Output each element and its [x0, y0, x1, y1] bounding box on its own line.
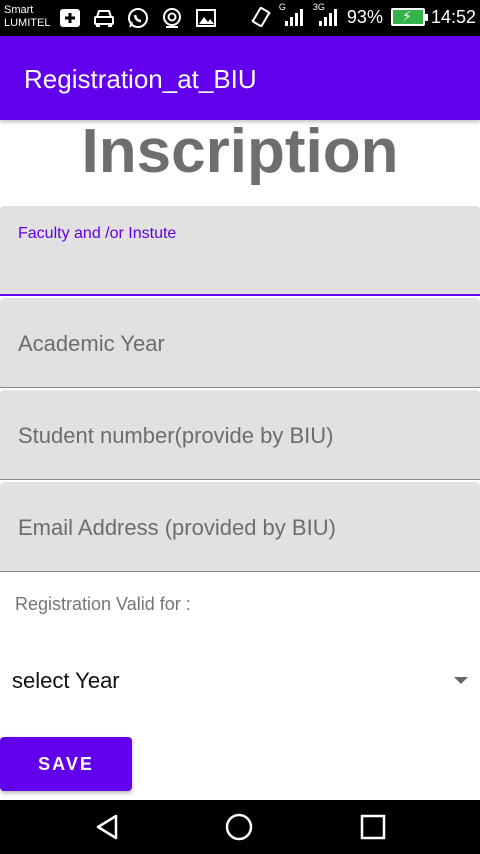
carrier-name: Smart LUMITEL [4, 4, 50, 30]
navigation-bar [0, 800, 480, 854]
student-number-field[interactable]: Student number(provide by BIU) [0, 390, 480, 480]
carrier-line-2: LUMITEL [4, 17, 51, 29]
carrier-line-1: Smart [4, 4, 34, 16]
signal-icon-2: 3G [313, 2, 341, 28]
home-icon[interactable] [224, 812, 254, 842]
car-icon [92, 7, 116, 29]
year-select-value: select Year [12, 668, 120, 693]
academic-year-hint: Academic Year [18, 331, 165, 356]
image-icon [194, 7, 218, 29]
email-hint: Email Address (provided by BIU) [18, 515, 336, 540]
status-bar: Smart LUMITEL G 3G 93% ⚡ 14:52 [0, 0, 480, 36]
registration-valid-label: Registration Valid for : [15, 594, 191, 614]
page-heading: Inscription [81, 117, 399, 186]
battery-charging-icon: ⚡ [390, 8, 428, 26]
clock: 14:52 [430, 7, 476, 27]
plus-notification-icon [58, 7, 82, 29]
email-field[interactable]: Email Address (provided by BIU) [0, 482, 480, 572]
back-icon[interactable] [92, 812, 122, 842]
network-type-2: 3G [312, 2, 325, 12]
whatsapp-icon [126, 7, 150, 29]
system-status: G 3G 93% ⚡ 14:52 [249, 2, 476, 28]
app-bar: Registration_at_BIU [0, 36, 480, 120]
signal-icon-1: G [279, 2, 307, 28]
network-type-1: G [278, 2, 286, 12]
faculty-field-label: Faculty and /or Instute [18, 225, 177, 242]
app-title: Registration_at_BIU [24, 64, 257, 94]
location-icon [160, 7, 184, 29]
vibrate-icon [249, 6, 273, 28]
year-select[interactable]: select Year [0, 656, 480, 708]
notification-icons [58, 7, 218, 29]
student-number-hint: Student number(provide by BIU) [18, 423, 334, 448]
recents-icon[interactable] [358, 812, 388, 842]
dropdown-arrow-icon [454, 677, 468, 684]
save-button[interactable]: SAVE [0, 737, 132, 791]
academic-year-field[interactable]: Academic Year [0, 298, 480, 388]
battery-percent: 93% [346, 7, 383, 27]
faculty-field[interactable]: Faculty and /or Instute [0, 206, 480, 296]
